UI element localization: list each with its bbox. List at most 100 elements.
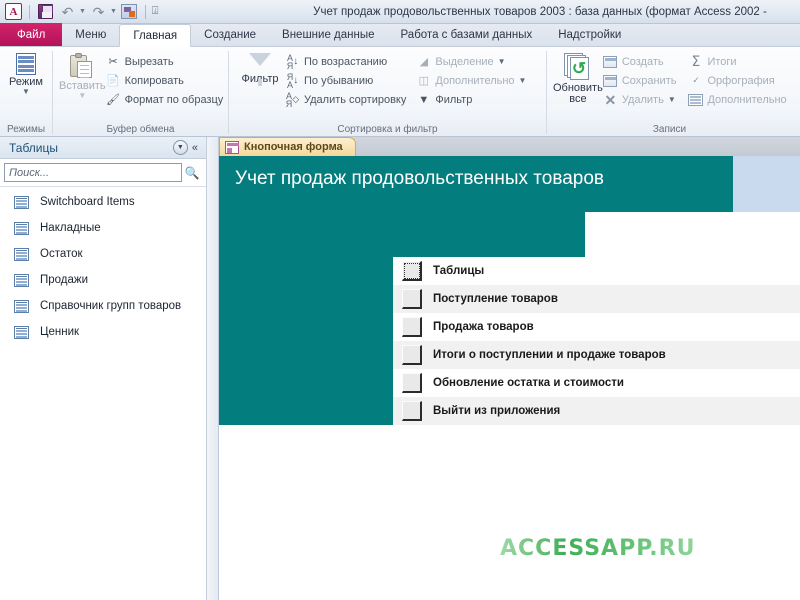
view-button[interactable]: Режим ▼ (0, 51, 52, 96)
view-dropdown-icon[interactable]: ▼ (22, 87, 30, 96)
delete-dropdown-icon[interactable]: ▼ (668, 95, 676, 104)
collapse-pane-icon[interactable]: « (188, 142, 202, 154)
tab-home[interactable]: Главная (119, 24, 192, 47)
nav-item-prodazhi[interactable]: Продажи (0, 267, 206, 293)
paste-button[interactable]: Вставить ▼ (59, 51, 106, 100)
ribbon-group-records: ↺ Обновить все Создать Сохранить ✕ Удали… (547, 47, 792, 137)
nav-item-label: Справочник групп товаров (40, 300, 182, 312)
tab-addins[interactable]: Надстройки (545, 24, 634, 46)
advanced-filter-icon: ◫ (418, 75, 430, 87)
switchboard-item-totals[interactable]: Итоги о поступлении и продаже товаров (393, 341, 800, 369)
copy-icon: 📄 (106, 75, 120, 87)
pane-splitter[interactable] (207, 137, 219, 600)
document-tab-switchboard[interactable]: Кнопочная форма (219, 137, 356, 156)
switchboard-item-label: Обновление остатка и стоимости (433, 377, 624, 389)
format-painter-icon: 🖌 (106, 94, 121, 106)
cut-button[interactable]: ✂ Вырезать (106, 53, 224, 70)
switchboard-item-exit[interactable]: Выйти из приложения (393, 397, 800, 425)
advanced-dropdown-icon[interactable]: ▼ (519, 76, 527, 85)
copy-button[interactable]: 📄 Копировать (106, 72, 224, 89)
navigation-divider (0, 186, 206, 187)
chevron-down-icon[interactable]: ▼ (172, 140, 188, 155)
cut-label: Вырезать (124, 55, 174, 68)
save-record-icon (603, 73, 618, 88)
paste-icon (70, 53, 94, 79)
delete-record-button[interactable]: ✕ Удалить ▼ (603, 91, 677, 108)
group-label-records: Записи (652, 124, 687, 135)
switchboard-item-tables[interactable]: Таблицы (393, 257, 800, 285)
toggle-filter-button[interactable]: ▼ Фильтр (416, 91, 526, 108)
tab-external-data[interactable]: Внешние данные (269, 24, 387, 46)
delete-record-icon: ✕ (604, 91, 617, 108)
switchboard-option-button[interactable] (402, 345, 422, 365)
nav-item-ostatok[interactable]: Остаток (0, 241, 206, 267)
table-icon (14, 221, 29, 235)
switchboard-option-button[interactable] (402, 317, 422, 337)
refresh-all-icon: ↺ (563, 53, 592, 81)
more-records-button[interactable]: Дополнительно (688, 91, 787, 108)
tab-create[interactable]: Создание (191, 24, 269, 46)
tab-file[interactable]: Файл (0, 23, 63, 46)
paste-dropdown-icon[interactable]: ▼ (78, 91, 86, 100)
nav-item-cennik[interactable]: Ценник (0, 319, 206, 345)
nav-item-label: Продажи (40, 274, 89, 286)
spelling-label: Орфография (707, 74, 775, 87)
advanced-filter-button[interactable]: ◫ Дополнительно ▼ (416, 72, 527, 89)
nav-item-spravochnik-grupp-tovarov[interactable]: Справочник групп товаров (0, 293, 206, 319)
watermark: ACCESSAPP.RU (500, 536, 696, 561)
new-record-label: Создать (621, 55, 664, 68)
document-area: Кнопочная форма Учет продаж продовольств… (219, 137, 800, 600)
form-icon (225, 140, 239, 154)
table-icon (14, 299, 29, 313)
table-icon (14, 195, 29, 209)
format-painter-button[interactable]: 🖌 Формат по образцу (106, 91, 223, 108)
table-icon (14, 325, 29, 339)
switchboard-item-label: Поступление товаров (433, 293, 558, 305)
nav-item-switchboard-items[interactable]: Switchboard Items (0, 189, 206, 215)
nav-item-label: Ценник (40, 326, 80, 338)
switchboard-item-goods-receipt[interactable]: Поступление товаров (393, 285, 800, 313)
sort-descending-button[interactable]: Я A ↓ По убыванию (285, 72, 406, 89)
tab-menu[interactable]: Меню (62, 24, 119, 46)
switchboard-option-button[interactable] (402, 401, 422, 421)
sort-ascending-label: По возрастанию (304, 55, 388, 68)
tab-database-tools[interactable]: Работа с базами данных (388, 24, 546, 46)
switchboard-option-button[interactable] (402, 373, 422, 393)
sort-ascending-button[interactable]: A Я ↓ По возрастанию (285, 53, 406, 70)
copy-label: Копировать (124, 74, 184, 87)
datasheet-view-icon (16, 53, 36, 75)
selection-dropdown-icon[interactable]: ▼ (498, 57, 506, 66)
switchboard-item-label: Продажа товаров (433, 321, 534, 333)
more-records-icon (688, 92, 704, 107)
switchboard-item-update-stock[interactable]: Обновление остатка и стоимости (393, 369, 800, 397)
nav-item-label: Остаток (40, 248, 83, 260)
toggle-filter-label: Фильтр (435, 93, 473, 106)
new-record-icon (603, 54, 618, 69)
scissors-icon: ✂ (108, 56, 118, 68)
clear-sort-button[interactable]: A Я ◇ Удалить сортировку (285, 91, 407, 108)
switchboard-option-button[interactable] (402, 261, 422, 281)
ribbon-group-sortfilter: Фильтр A Я ↓ По возрастанию Я A ↓ По убывани… (229, 47, 546, 137)
clear-sort-label: Удалить сортировку (304, 93, 407, 106)
selection-button[interactable]: ◢ Выделение ▼ (416, 53, 526, 70)
refresh-all-button[interactable]: ↺ Обновить все (553, 51, 603, 105)
funnel-icon (249, 53, 271, 86)
switchboard-item-label: Выйти из приложения (433, 405, 561, 417)
switchboard-menu: Таблицы Поступление товаров Продажа това… (393, 257, 800, 425)
nav-item-nakladnye[interactable]: Накладные (0, 215, 206, 241)
group-label-views: Режимы (6, 124, 46, 135)
switchboard-option-button[interactable] (402, 289, 422, 309)
form-header-title: Учет продаж продовольственных товаров (235, 168, 605, 189)
save-record-button[interactable]: Сохранить (603, 72, 676, 89)
filter-button[interactable]: Фильтр (235, 51, 285, 86)
search-icon[interactable]: 🔍 (182, 166, 202, 180)
switchboard-item-goods-sale[interactable]: Продажа товаров (393, 313, 800, 341)
search-input[interactable] (4, 163, 182, 182)
switchboard-form: Учет продаж продовольственных товаров Та… (219, 156, 800, 600)
new-record-button[interactable]: Создать (603, 53, 677, 70)
switchboard-item-label: Таблицы (433, 265, 485, 277)
spelling-button[interactable]: ✓ Орфография (688, 72, 786, 89)
totals-button[interactable]: Σ Итоги (688, 53, 786, 70)
sort-descending-label: По убыванию (304, 74, 374, 87)
table-icon (14, 247, 29, 261)
